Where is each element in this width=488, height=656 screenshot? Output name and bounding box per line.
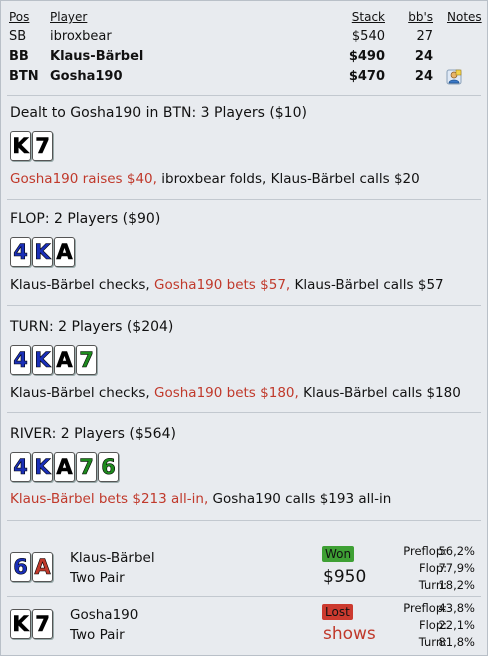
equity-value: 22,1% [438, 618, 475, 632]
card: A [54, 237, 75, 267]
preflop-title: Dealt to Gosha190 in BTN: 3 Players ($10… [10, 105, 307, 121]
hero-action: Gosha190 bets $180, [154, 385, 299, 401]
shows-label: shows [323, 624, 376, 644]
player-name: ibroxbear [50, 29, 112, 44]
other-actions: Klaus-Bärbel checks, [10, 385, 154, 401]
equity-value: 56,2% [438, 544, 475, 558]
preflop-actions: Gosha190 raises $40, ibroxbear folds, Kl… [10, 171, 420, 187]
showdown-player-name: Klaus-Bärbel [70, 550, 155, 566]
other-actions: ibroxbear folds, Klaus-Bärbel calls $20 [156, 171, 420, 187]
hero-action: Gosha190 raises $40, [10, 171, 157, 187]
player-bb: 24 [414, 69, 433, 84]
divider [7, 520, 481, 521]
card: K [10, 131, 31, 161]
col-header-notes[interactable]: Notes [447, 7, 482, 27]
card: 4 [10, 452, 31, 482]
player-stack: $470 [348, 69, 385, 84]
player-name: Gosha190 [50, 69, 123, 84]
user-note-icon[interactable] [446, 69, 462, 85]
players-table: Pos Player Stack bb's Notes SB ibroxbear… [9, 7, 483, 87]
turn-title: TURN: 2 Players ($204) [10, 319, 174, 335]
table-row[interactable]: BTN Gosha190 $470 24 [9, 67, 483, 87]
flop-actions: Klaus-Bärbel checks, Gosha190 bets $57, … [10, 277, 444, 293]
card: 7 [76, 452, 97, 482]
lost-badge: Lost [322, 604, 353, 620]
card: A [54, 452, 75, 482]
showdown-player-name: Gosha190 [70, 607, 139, 623]
divider [7, 412, 481, 413]
hole-cards: K 7 [10, 131, 53, 161]
col-header-player[interactable]: Player [50, 7, 87, 27]
shown-cards: K 7 [10, 609, 53, 639]
card: 6 [98, 452, 119, 482]
turn-actions: Klaus-Bärbel checks, Gosha190 bets $180,… [10, 385, 461, 401]
col-header-pos[interactable]: Pos [9, 7, 29, 27]
card: K [10, 609, 31, 639]
card: 4 [10, 345, 31, 375]
col-header-stack[interactable]: Stack [352, 7, 385, 27]
showdown-hand-rank: Two Pair [70, 570, 125, 586]
players-table-header: Pos Player Stack bb's Notes [9, 7, 483, 27]
card: K [32, 345, 53, 375]
col-header-bb[interactable]: bb's [408, 7, 433, 27]
other-actions: Gosha190 calls $193 all-in [208, 491, 392, 507]
player-pos: SB [9, 29, 27, 44]
shown-cards: 6 A [10, 552, 53, 582]
table-row[interactable]: SB ibroxbear $540 27 [9, 27, 483, 47]
player-name: Klaus-Bärbel [50, 49, 144, 64]
hand-history-panel: Pos Player Stack bb's Notes SB ibroxbear… [0, 0, 488, 656]
showdown-hand-rank: Two Pair [70, 627, 125, 643]
card: K [32, 452, 53, 482]
river-board: 4 K A 7 6 [10, 452, 119, 482]
player-stack: $540 [351, 29, 385, 44]
turn-board: 4 K A 7 [10, 345, 97, 375]
river-actions: Klaus-Bärbel bets $213 all-in, Gosha190 … [10, 491, 391, 507]
won-badge: Won [322, 546, 355, 562]
river-title: RIVER: 2 Players ($564) [10, 426, 176, 442]
divider [7, 596, 481, 597]
card: 7 [32, 609, 53, 639]
divider [7, 199, 481, 200]
pot-won-amount: $950 [323, 567, 367, 587]
equity-value: 81,8% [438, 635, 475, 649]
card: 7 [76, 345, 97, 375]
card: K [32, 237, 53, 267]
player-stack: $490 [348, 49, 385, 64]
player-pos: BTN [9, 69, 39, 84]
equity-value: 77,9% [438, 561, 475, 575]
flop-board: 4 K A [10, 237, 75, 267]
hero-action: Gosha190 bets $57, [154, 277, 291, 293]
other-actions: Klaus-Bärbel calls $57 [290, 277, 444, 293]
divider [7, 305, 481, 306]
player-bb: 27 [416, 29, 433, 44]
player-bb: 24 [414, 49, 433, 64]
villain-action: Klaus-Bärbel bets $213 all-in, [10, 491, 209, 507]
card: 7 [32, 131, 53, 161]
card: A [54, 345, 75, 375]
card: 4 [10, 237, 31, 267]
player-pos: BB [9, 49, 29, 64]
equity-value: 18,2% [438, 578, 475, 592]
equity-value: 43,8% [438, 601, 475, 615]
card: 6 [10, 552, 31, 582]
card: A [32, 552, 53, 582]
other-actions: Klaus-Bärbel checks, [10, 277, 154, 293]
divider [7, 95, 481, 96]
table-row[interactable]: BB Klaus-Bärbel $490 24 [9, 47, 483, 67]
other-actions: Klaus-Bärbel calls $180 [298, 385, 461, 401]
flop-title: FLOP: 2 Players ($90) [10, 211, 161, 227]
